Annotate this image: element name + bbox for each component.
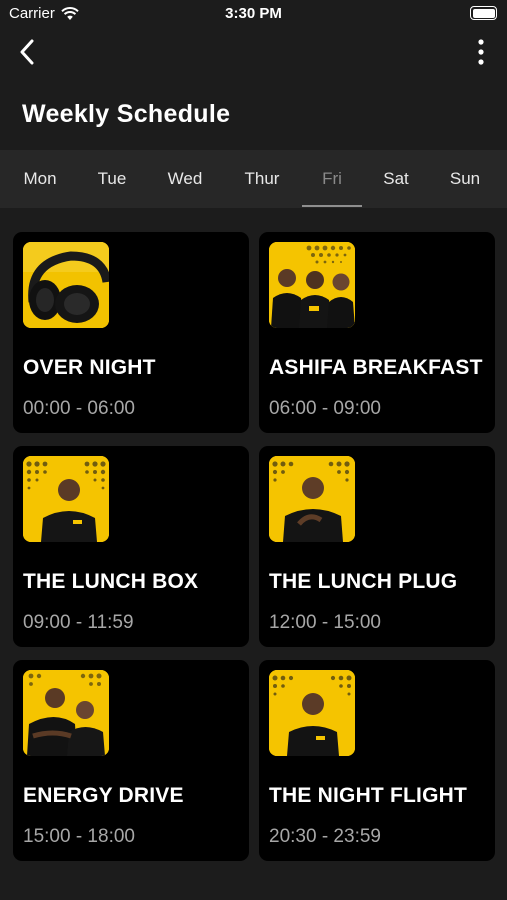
show-title: THE LUNCH BOX bbox=[23, 570, 199, 593]
day-tab-bar: Mon Tue Wed Thur Fri Sat Sun bbox=[0, 150, 507, 208]
page-title: Weekly Schedule bbox=[22, 100, 231, 128]
host-image bbox=[23, 456, 109, 542]
active-tab-indicator bbox=[302, 205, 362, 207]
status-time: 3:30 PM bbox=[225, 5, 282, 22]
tab-fri[interactable]: Fri bbox=[302, 150, 362, 208]
tab-tue[interactable]: Tue bbox=[82, 150, 142, 208]
headphones-image bbox=[23, 242, 109, 328]
status-bar: Carrier 3:30 PM bbox=[0, 0, 507, 28]
tab-sat[interactable]: Sat bbox=[366, 150, 426, 208]
host-image bbox=[269, 456, 355, 542]
show-card-energy-drive[interactable]: ENERGY DRIVE 15:00 - 18:00 bbox=[13, 660, 249, 861]
chevron-left-icon bbox=[20, 39, 34, 65]
tab-wed[interactable]: Wed bbox=[155, 150, 215, 208]
tab-sun[interactable]: Sun bbox=[435, 150, 495, 208]
show-title: THE LUNCH PLUG bbox=[269, 570, 458, 593]
show-time: 06:00 - 09:00 bbox=[269, 398, 381, 419]
show-title: ASHIFA BREAKFAST bbox=[269, 356, 483, 379]
hosts-duo-image bbox=[23, 670, 109, 756]
show-time: 15:00 - 18:00 bbox=[23, 826, 135, 847]
tab-thur[interactable]: Thur bbox=[232, 150, 292, 208]
back-button[interactable] bbox=[10, 34, 44, 70]
show-card-ashifa-breakfast[interactable]: ASHIFA BREAKFAST 06:00 - 09:00 bbox=[259, 232, 495, 433]
show-thumbnail bbox=[23, 456, 109, 542]
show-title: THE NIGHT FLIGHT bbox=[269, 784, 468, 807]
show-thumbnail bbox=[23, 670, 109, 756]
hosts-group-image bbox=[269, 242, 355, 328]
show-time: 12:00 - 15:00 bbox=[269, 612, 381, 633]
show-time: 00:00 - 06:00 bbox=[23, 398, 135, 419]
show-thumbnail bbox=[269, 670, 355, 756]
battery-icon bbox=[470, 6, 497, 20]
show-thumbnail bbox=[269, 242, 355, 328]
show-time: 20:30 - 23:59 bbox=[269, 826, 381, 847]
tab-mon[interactable]: Mon bbox=[10, 150, 70, 208]
show-title: ENERGY DRIVE bbox=[23, 784, 184, 807]
show-card-over-night[interactable]: OVER NIGHT 00:00 - 06:00 bbox=[13, 232, 249, 433]
host-image bbox=[269, 670, 355, 756]
show-thumbnail bbox=[23, 242, 109, 328]
show-thumbnail bbox=[269, 456, 355, 542]
show-title: OVER NIGHT bbox=[23, 356, 156, 379]
more-vertical-icon bbox=[478, 39, 484, 65]
show-time: 09:00 - 11:59 bbox=[23, 612, 134, 633]
show-card-the-night-flight[interactable]: THE NIGHT FLIGHT 20:30 - 23:59 bbox=[259, 660, 495, 861]
more-options-button[interactable] bbox=[469, 36, 493, 68]
show-card-the-lunch-box[interactable]: THE LUNCH BOX 09:00 - 11:59 bbox=[13, 446, 249, 647]
show-card-the-lunch-plug[interactable]: THE LUNCH PLUG 12:00 - 15:00 bbox=[259, 446, 495, 647]
